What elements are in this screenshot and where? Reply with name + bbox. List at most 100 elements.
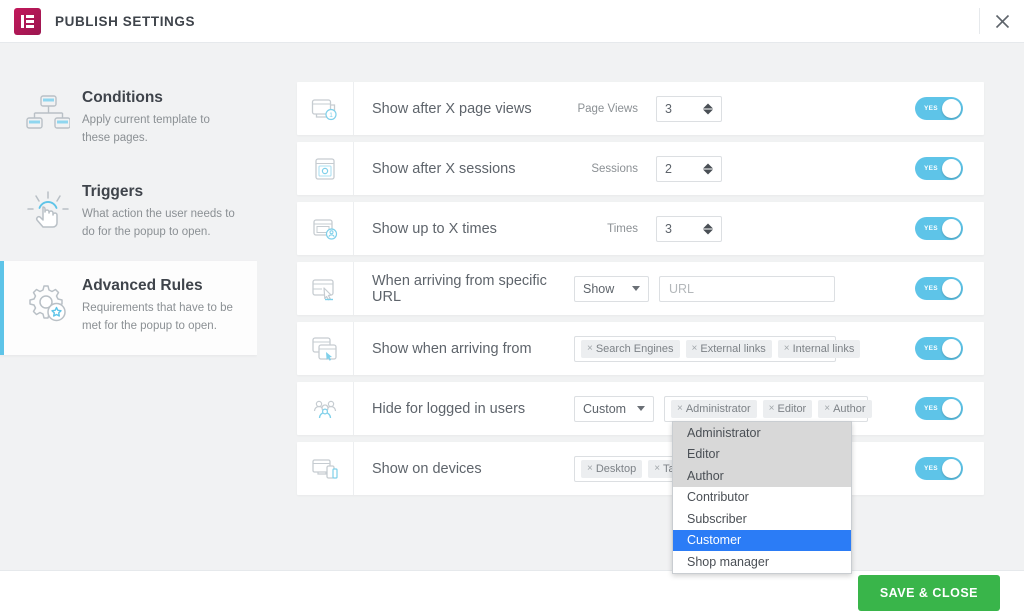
dropdown-option-label: Shop manager xyxy=(687,554,770,569)
toggle-label: YES xyxy=(924,225,938,232)
logged-in-users-icon xyxy=(297,382,354,435)
dropdown-option-shop-manager[interactable]: Shop manager xyxy=(673,551,851,573)
url-placeholder: URL xyxy=(669,281,695,296)
dropdown-option-editor[interactable]: Editor xyxy=(673,443,851,465)
remove-tag-icon[interactable]: × xyxy=(654,463,660,474)
tag-chip[interactable]: × Administrator xyxy=(671,399,757,418)
sidebar-item-triggers[interactable]: Triggers What action the user needs to d… xyxy=(0,167,257,261)
remove-tag-icon[interactable]: × xyxy=(824,403,830,414)
tag-chip[interactable]: × External links xyxy=(685,339,772,358)
toggle-label: YES xyxy=(924,285,938,292)
tag-chip[interactable]: × Search Engines xyxy=(581,339,680,358)
toggle-knob xyxy=(942,159,961,178)
toggle-knob xyxy=(942,279,961,298)
remove-tag-icon[interactable]: × xyxy=(784,343,790,354)
sidebar-item-title: Conditions xyxy=(82,89,163,106)
dropdown-option-label: Administrator xyxy=(687,425,761,440)
toggle-label: YES xyxy=(924,345,938,352)
remove-tag-icon[interactable]: × xyxy=(769,403,775,414)
dropdown-option-customer[interactable]: Customer xyxy=(673,529,851,551)
tag-label: External links xyxy=(700,342,766,355)
toggle-knob xyxy=(942,459,961,478)
tag-label: Editor xyxy=(777,402,807,415)
url-mode-value: Show xyxy=(583,281,615,296)
sidebar-item-desc: Apply current template to these pages. xyxy=(82,114,210,144)
chevron-down-icon xyxy=(637,406,645,411)
toggle-specific-url[interactable]: YES xyxy=(915,277,963,300)
chevron-down-icon xyxy=(632,286,640,291)
save-and-close-button[interactable]: SAVE & CLOSE xyxy=(857,575,1000,611)
sidebar: Conditions Apply current template to the… xyxy=(0,43,257,570)
gear-star-icon xyxy=(20,277,76,339)
toggle-knob xyxy=(942,399,961,418)
elementor-logo-icon xyxy=(14,7,41,35)
toggle-label: YES xyxy=(924,465,938,472)
rule-label: Show up to X times xyxy=(372,220,497,237)
toggle-sessions[interactable]: YES xyxy=(915,157,963,180)
toggle-devices[interactable]: YES xyxy=(915,457,963,480)
arriving-url-icon xyxy=(297,262,354,315)
remove-tag-icon[interactable]: × xyxy=(677,403,683,414)
control-label: Times xyxy=(607,222,638,235)
remove-tag-icon[interactable]: × xyxy=(692,343,698,354)
toggle-page-views[interactable]: YES xyxy=(915,97,963,120)
svg-text:1: 1 xyxy=(329,112,333,119)
toggle-logged-in-users[interactable]: YES xyxy=(915,397,963,420)
logged-in-mode-select[interactable]: Custom xyxy=(574,395,654,422)
remove-tag-icon[interactable]: × xyxy=(587,463,593,474)
arriving-from-tags[interactable]: × Search Engines × External links × Inte… xyxy=(574,335,861,362)
publish-settings-modal: PUBLISH SETTINGS Conditions Apply curren… xyxy=(0,0,1024,615)
dropdown-option-label: Author xyxy=(687,468,724,483)
times-value: 3 xyxy=(665,221,672,236)
rule-label: Show when arriving from xyxy=(372,340,532,357)
control-label: Sessions xyxy=(591,162,638,175)
rules-list: 1 Show after X page views Page Views 3 Y… xyxy=(257,43,1024,570)
spinner-icon[interactable] xyxy=(701,103,715,114)
rule-label: Show after X sessions xyxy=(372,160,516,177)
remove-tag-icon[interactable]: × xyxy=(587,343,593,354)
tag-chip[interactable]: × Internal links xyxy=(777,339,861,358)
dropdown-option-label: Customer xyxy=(687,533,742,548)
roles-tag-field[interactable]: × Administrator × Editor × Author xyxy=(664,395,872,422)
tag-label: Administrator xyxy=(685,402,751,415)
toggle-label: YES xyxy=(924,165,938,172)
close-icon[interactable] xyxy=(980,0,1024,43)
dropdown-option-subscriber[interactable]: Subscriber xyxy=(673,508,851,530)
logged-in-mode-value: Custom xyxy=(583,401,627,416)
sidebar-item-advanced-rules[interactable]: Advanced Rules Requirements that have to… xyxy=(0,261,257,355)
dropdown-option-label: Editor xyxy=(687,447,720,462)
spinner-icon[interactable] xyxy=(701,223,715,234)
sitemap-icon xyxy=(20,89,76,151)
tag-chip[interactable]: × Author xyxy=(818,399,872,418)
tag-label: Internal links xyxy=(792,342,855,355)
dropdown-option-administrator[interactable]: Administrator xyxy=(673,422,851,444)
sidebar-item-conditions[interactable]: Conditions Apply current template to the… xyxy=(0,73,257,167)
url-input[interactable]: URL xyxy=(659,275,835,302)
devices-icon xyxy=(297,442,354,495)
toggle-label: YES xyxy=(924,105,938,112)
toggle-knob xyxy=(942,99,961,118)
rule-row-times: Show up to X times Times 3 YES xyxy=(297,202,984,255)
sidebar-item-desc: Requirements that have to be met for the… xyxy=(82,302,233,332)
toggle-arriving-from[interactable]: YES xyxy=(915,337,963,360)
tag-label: Author xyxy=(833,402,866,415)
sessions-stepper[interactable]: 2 xyxy=(656,155,722,182)
page-views-stepper[interactable]: 3 xyxy=(656,95,722,122)
rule-row-arriving-from: Show when arriving from × Search Engines… xyxy=(297,322,984,375)
sidebar-item-desc: What action the user needs to do for the… xyxy=(82,208,235,238)
sessions-value: 2 xyxy=(665,161,672,176)
arriving-from-icon xyxy=(297,322,354,375)
dropdown-option-author[interactable]: Author xyxy=(673,465,851,487)
toggle-times[interactable]: YES xyxy=(915,217,963,240)
rule-label: Show on devices xyxy=(372,460,482,477)
rule-label: Hide for logged in users xyxy=(372,400,526,417)
page-views-value: 3 xyxy=(665,101,672,116)
roles-dropdown[interactable]: Administrator Editor Author Contributor … xyxy=(672,421,852,574)
tag-chip[interactable]: × Editor xyxy=(762,399,813,418)
tag-chip[interactable]: × Desktop xyxy=(581,459,643,478)
spinner-icon[interactable] xyxy=(701,163,715,174)
toggle-knob xyxy=(942,219,961,238)
times-stepper[interactable]: 3 xyxy=(656,215,722,242)
dropdown-option-contributor[interactable]: Contributor xyxy=(673,487,851,509)
url-mode-select[interactable]: Show xyxy=(574,275,649,302)
